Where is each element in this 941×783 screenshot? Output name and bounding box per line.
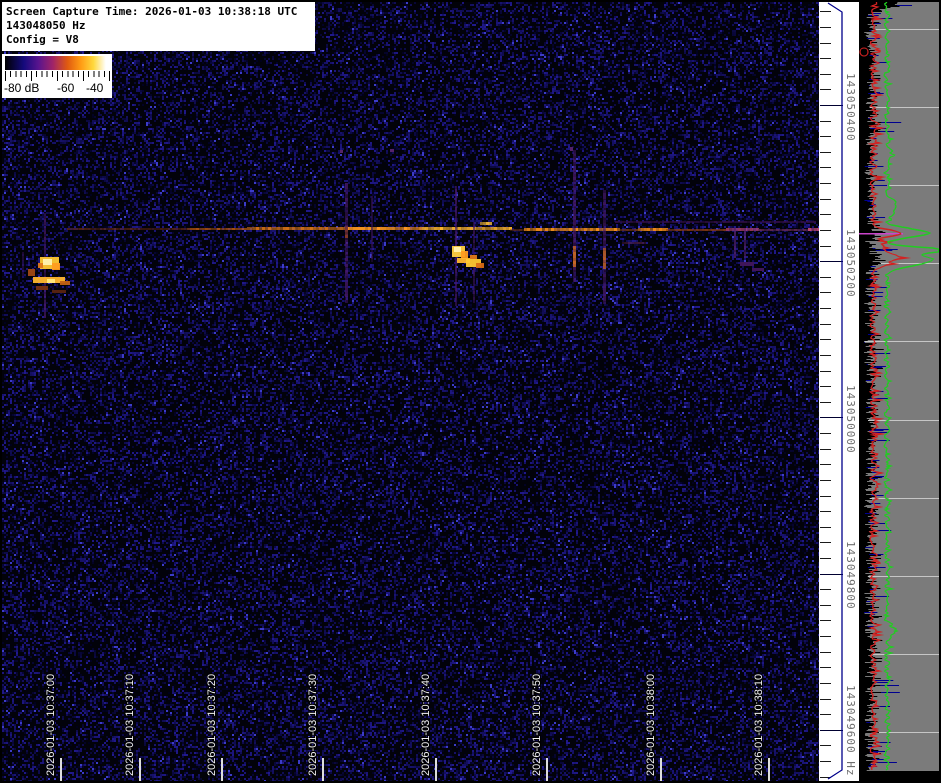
time-axis-tick [546, 758, 548, 781]
screen-capture-window: Screen Capture Time: 2026-01-03 10:38:18… [0, 0, 941, 783]
time-axis-tick [768, 758, 770, 781]
time-axis-label: 2026-01-03 10:37:20 [205, 674, 219, 776]
capture-info-panel: Screen Capture Time: 2026-01-03 10:38:18… [2, 2, 315, 51]
freq-axis-label: 143050200 [843, 215, 857, 311]
spectrum-side-panel [859, 2, 939, 781]
time-axis-tick [221, 758, 223, 781]
time-axis-label: 2026-01-03 10:37:40 [419, 674, 433, 776]
time-axis-tick [435, 758, 437, 781]
waterfall-spectrogram [2, 2, 819, 781]
time-axis-label: 2026-01-03 10:37:10 [123, 674, 137, 776]
time-axis-tick [60, 758, 62, 781]
colorbar-label-max: -40 [86, 81, 103, 95]
time-axis-tick [139, 758, 141, 781]
colorbar-label-min: -80 dB [4, 81, 39, 95]
capture-time-text: Screen Capture Time: 2026-01-03 10:38:18… [6, 5, 315, 19]
colorbar-legend: -80 dB -60 -40 [2, 54, 112, 98]
time-axis-tick [660, 758, 662, 781]
time-axis-label: 2026-01-03 10:37:00 [44, 674, 58, 776]
time-axis-label: 2026-01-03 10:37:30 [306, 674, 320, 776]
freq-axis-label: 143049800 [843, 527, 857, 623]
time-axis-label: 2026-01-03 10:37:50 [530, 674, 544, 776]
freq-axis-label: 143050400 [843, 59, 857, 155]
config-text: Config = V8 [6, 33, 315, 47]
time-axis-label: 2026-01-03 10:38:00 [644, 674, 658, 776]
tuned-frequency-text: 143048050 Hz [6, 19, 315, 33]
colorbar-major-ticks [5, 71, 110, 81]
time-axis-tick [322, 758, 324, 781]
freq-axis-label: 143049600 Hz [843, 683, 857, 779]
time-axis-label: 2026-01-03 10:38:10 [752, 674, 766, 776]
freq-axis-label: 143050000 [843, 371, 857, 467]
colorbar-gradient [5, 56, 109, 70]
colorbar-label-mid: -60 [57, 81, 74, 95]
